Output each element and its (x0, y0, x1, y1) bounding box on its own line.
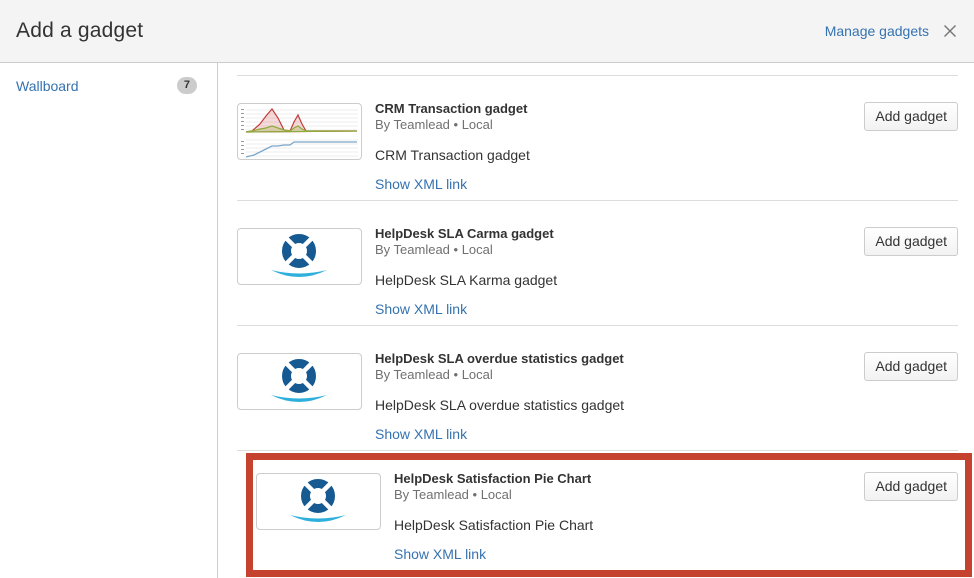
sidebar-item-wallboard[interactable]: Wallboard 7 (0, 77, 217, 94)
gadget-row-crm-transaction: CRM Transaction gadget By Teamlead • Loc… (237, 75, 958, 200)
gadget-byline: By Teamlead • Local (394, 487, 593, 503)
add-gadget-button[interactable]: Add gadget (864, 102, 958, 131)
gadget-action: Add gadget (864, 351, 958, 450)
gadget-count-badge: 7 (177, 77, 197, 94)
gadget-row-satisfaction-wrap: HelpDesk Satisfaction Pie Chart By Teaml… (237, 450, 958, 577)
gadget-info: HelpDesk SLA overdue statistics gadget B… (375, 351, 624, 450)
gadget-description: CRM Transaction gadget (375, 146, 530, 164)
gadget-action: Add gadget (864, 226, 958, 325)
show-xml-link[interactable]: Show XML link (375, 425, 467, 443)
gadget-action: Add gadget (864, 471, 958, 570)
lifebuoy-icon (256, 473, 381, 530)
add-gadget-button[interactable]: Add gadget (864, 227, 958, 256)
header-actions: Manage gadgets (825, 23, 958, 39)
dialog-body: Wallboard 7 (0, 63, 974, 578)
show-xml-link[interactable]: Show XML link (375, 175, 467, 193)
red-highlight-box: HelpDesk Satisfaction Pie Chart By Teaml… (246, 453, 972, 577)
lifebuoy-icon (237, 353, 362, 410)
add-gadget-button[interactable]: Add gadget (864, 472, 958, 501)
sidebar-item-label: Wallboard (16, 78, 79, 94)
gadget-info: CRM Transaction gadget By Teamlead • Loc… (375, 101, 530, 200)
gadget-info: HelpDesk Satisfaction Pie Chart By Teaml… (394, 471, 593, 570)
gadget-byline: By Teamlead • Local (375, 242, 557, 258)
manage-gadgets-link[interactable]: Manage gadgets (825, 23, 929, 39)
add-gadget-button[interactable]: Add gadget (864, 352, 958, 381)
gadget-title: CRM Transaction gadget (375, 101, 530, 117)
gadget-action: Add gadget (864, 101, 958, 200)
show-xml-link[interactable]: Show XML link (394, 545, 486, 563)
gadget-title: HelpDesk SLA overdue statistics gadget (375, 351, 624, 367)
gadget-description: HelpDesk SLA overdue statistics gadget (375, 396, 624, 414)
gadget-byline: By Teamlead • Local (375, 367, 624, 383)
gadget-title: HelpDesk SLA Carma gadget (375, 226, 557, 242)
sidebar: Wallboard 7 (0, 63, 218, 578)
show-xml-link[interactable]: Show XML link (375, 300, 467, 318)
gadget-byline: By Teamlead • Local (375, 117, 530, 133)
dialog-header: Add a gadget Manage gadgets (0, 0, 974, 63)
gadget-title: HelpDesk Satisfaction Pie Chart (394, 471, 593, 487)
lifebuoy-icon (237, 228, 362, 285)
gadget-row-sla-carma: HelpDesk SLA Carma gadget By Teamlead • … (237, 200, 958, 325)
gadget-description: HelpDesk Satisfaction Pie Chart (394, 516, 593, 534)
gadget-list: CRM Transaction gadget By Teamlead • Loc… (218, 63, 974, 578)
line-area-chart-thumbnail (237, 103, 362, 160)
gadget-info: HelpDesk SLA Carma gadget By Teamlead • … (375, 226, 557, 325)
close-icon[interactable] (942, 23, 958, 39)
gadget-row-sla-overdue: HelpDesk SLA overdue statistics gadget B… (237, 325, 958, 450)
add-gadget-dialog: Add a gadget Manage gadgets Wallboard 7 (0, 0, 974, 578)
gadget-description: HelpDesk SLA Karma gadget (375, 271, 557, 289)
page-title: Add a gadget (16, 19, 143, 43)
